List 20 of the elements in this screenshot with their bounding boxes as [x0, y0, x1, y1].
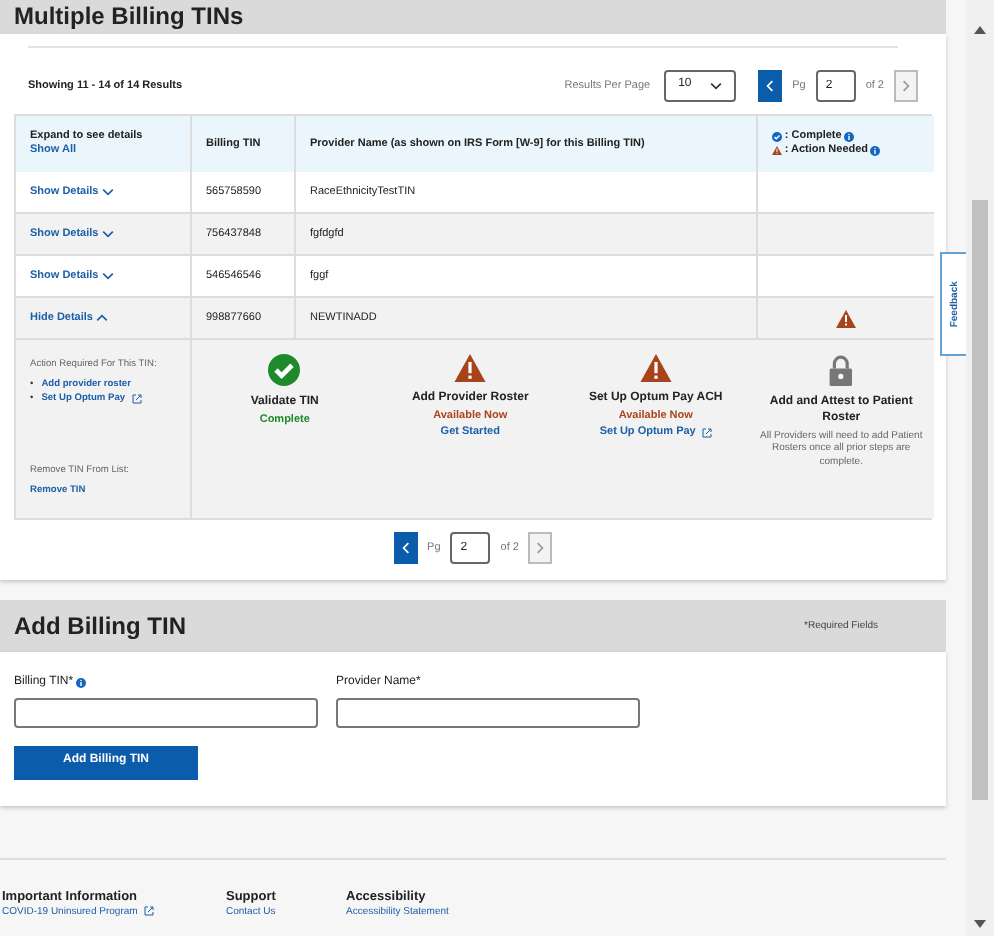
chevron-left-icon — [401, 542, 410, 554]
section-title: Add Billing TIN — [14, 609, 186, 643]
info-icon — [844, 132, 855, 143]
chevron-right-icon — [902, 80, 910, 92]
chevron-right-icon — [536, 542, 545, 554]
warning-icon — [836, 309, 856, 327]
text-input-field[interactable] — [336, 697, 640, 727]
previous-page-button[interactable] — [758, 70, 783, 102]
previous-page-button[interactable] — [393, 532, 418, 564]
info-icon — [870, 145, 881, 156]
chevron-down-icon — [101, 272, 114, 280]
check-circle-icon — [772, 132, 782, 143]
text-input-field[interactable] — [14, 697, 318, 727]
chevron-up-icon — [95, 314, 108, 322]
chevron-down-icon — [101, 188, 114, 196]
page-title: Multiple Billing TINs — [14, 0, 246, 34]
chevron-down-icon — [101, 230, 114, 238]
caret-icon — [710, 82, 723, 90]
warning-icon — [772, 146, 782, 156]
chevron-left-icon — [766, 80, 775, 92]
